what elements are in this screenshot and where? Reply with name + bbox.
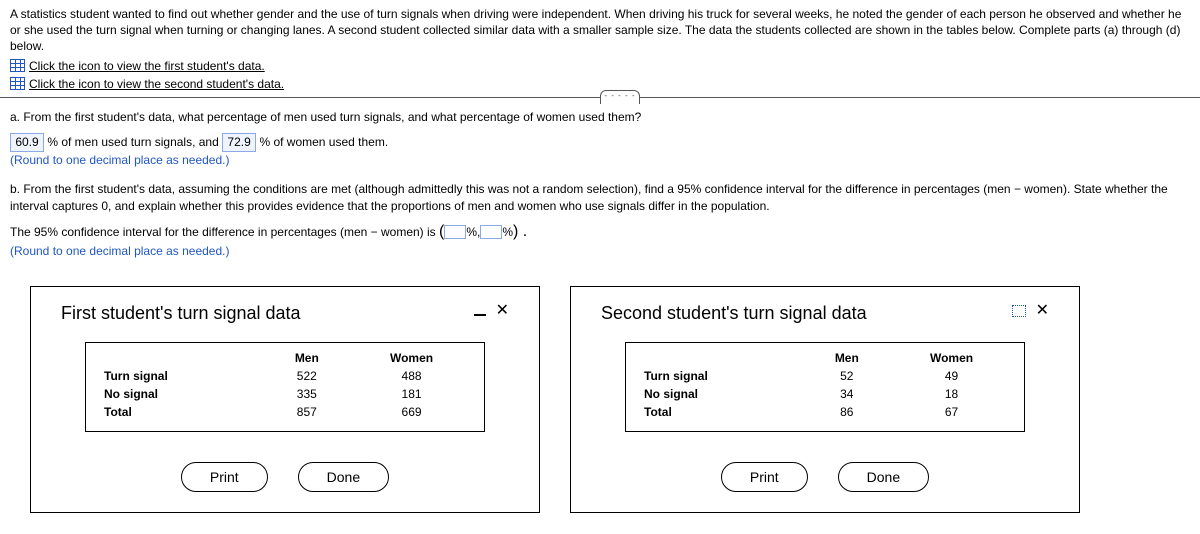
rounding-note: (Round to one decimal place as needed.): [10, 152, 1190, 169]
row-label: No signal: [644, 387, 698, 401]
table-row: No signal 34 18: [636, 385, 1014, 403]
ci-upper-input[interactable]: [480, 225, 502, 239]
minimize-icon[interactable]: [1012, 305, 1026, 317]
collapse-notch[interactable]: - - - - -: [600, 90, 640, 104]
cell: 67: [889, 403, 1014, 421]
row-label: Total: [644, 405, 672, 419]
rounding-note: (Round to one decimal place as needed.): [10, 243, 1190, 260]
row-label: No signal: [104, 387, 158, 401]
table-row: No signal 335 181: [96, 385, 474, 403]
done-button[interactable]: Done: [838, 462, 929, 492]
second-data-table: Men Women Turn signal 52 49 No signal 34…: [625, 342, 1025, 432]
table-row: Turn signal 522 488: [96, 367, 474, 385]
dialog-title: Second student's turn signal data: [601, 303, 867, 324]
table-row: Total 86 67: [636, 403, 1014, 421]
minimize-icon[interactable]: [474, 314, 486, 316]
close-icon[interactable]: ✕: [1036, 303, 1049, 319]
col-header-women: Women: [889, 349, 1014, 367]
text: %: [502, 225, 513, 239]
problem-intro: A statistics student wanted to find out …: [0, 0, 1200, 57]
view-first-data-link[interactable]: Click the icon to view the first student…: [29, 59, 265, 73]
cell: 52: [805, 367, 890, 385]
row-label: Turn signal: [644, 369, 708, 383]
table-row: Total 857 669: [96, 403, 474, 421]
done-button[interactable]: Done: [298, 462, 389, 492]
cell: 34: [805, 385, 890, 403]
text: % of men used turn signals, and: [44, 135, 222, 149]
answer-women-percent[interactable]: 72.9: [222, 133, 256, 152]
view-second-data-link[interactable]: Click the icon to view the second studen…: [29, 77, 284, 91]
print-button[interactable]: Print: [181, 462, 268, 492]
text: % of women used them.: [256, 135, 388, 149]
table-row: Turn signal 52 49: [636, 367, 1014, 385]
answer-men-percent[interactable]: 60.9: [10, 133, 44, 152]
col-header-women: Women: [349, 349, 474, 367]
dialog-title: First student's turn signal data: [61, 303, 301, 324]
cell: 86: [805, 403, 890, 421]
text: %,: [466, 225, 480, 239]
cell: 857: [265, 403, 350, 421]
col-header-men: Men: [805, 349, 890, 367]
row-label: Turn signal: [104, 369, 168, 383]
paren-close: ) .: [513, 223, 527, 240]
print-button[interactable]: Print: [721, 462, 808, 492]
close-icon[interactable]: ✕: [496, 303, 509, 319]
cell: 49: [889, 367, 1014, 385]
row-label: Total: [104, 405, 132, 419]
cell: 669: [349, 403, 474, 421]
table-icon[interactable]: [10, 59, 25, 72]
cell: 18: [889, 385, 1014, 403]
cell: 181: [349, 385, 474, 403]
cell: 522: [265, 367, 350, 385]
col-header: [96, 349, 265, 367]
cell: 488: [349, 367, 474, 385]
ci-lower-input[interactable]: [444, 225, 466, 239]
col-header: [636, 349, 805, 367]
second-student-dialog: Second student's turn signal data ✕ Men …: [570, 286, 1080, 513]
first-data-table: Men Women Turn signal 522 488 No signal …: [85, 342, 485, 432]
table-icon[interactable]: [10, 77, 25, 90]
text: The 95% confidence interval for the diff…: [10, 225, 439, 239]
part-b-prompt: b. From the first student's data, assumi…: [10, 181, 1190, 215]
first-student-dialog: First student's turn signal data ✕ Men W…: [30, 286, 540, 513]
col-header-men: Men: [265, 349, 350, 367]
cell: 335: [265, 385, 350, 403]
part-a-prompt: a. From the first student's data, what p…: [10, 109, 1190, 126]
